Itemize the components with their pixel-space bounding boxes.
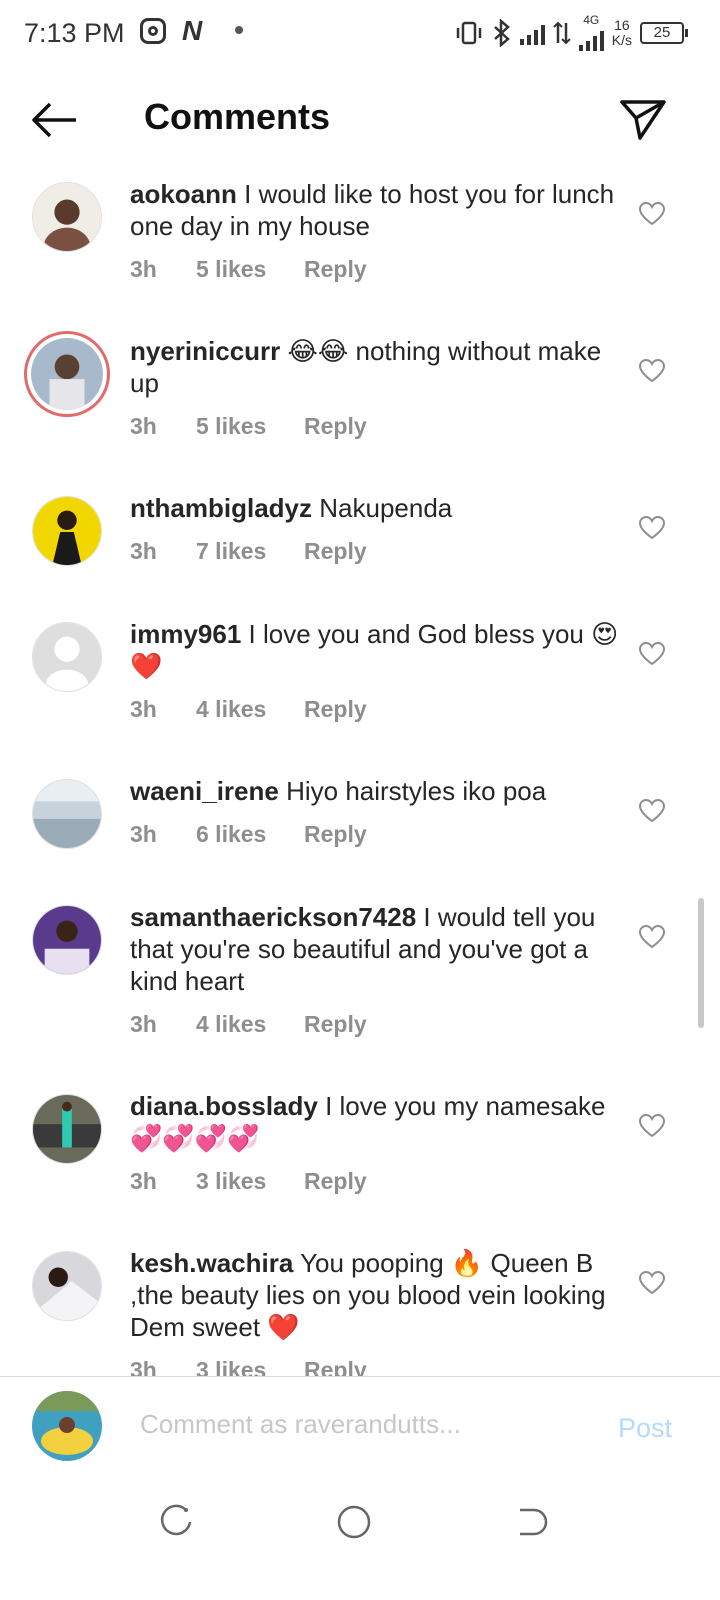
page-title: Comments	[144, 96, 331, 137]
comment-time: 3h	[130, 1168, 157, 1194]
avatar[interactable]	[32, 779, 102, 849]
comment-time: 3h	[130, 538, 157, 564]
battery-icon: 25	[640, 21, 688, 44]
post-button[interactable]: Post	[618, 1413, 672, 1444]
comment-text: samanthaerickson7428 I would tell you th…	[130, 901, 620, 997]
username[interactable]: kesh.wachira	[130, 1248, 293, 1278]
status-bar: 7:13 PM N 4G 16 K/s 25	[0, 0, 720, 64]
heart-icon[interactable]	[639, 642, 665, 666]
signal-icon	[519, 21, 545, 45]
heart-icon[interactable]	[639, 202, 665, 226]
reply-button[interactable]: Reply	[304, 821, 367, 848]
comment-likes[interactable]: 5 likes	[196, 256, 304, 283]
username[interactable]: aokoann	[130, 179, 237, 209]
recent-apps-icon[interactable]	[156, 1502, 196, 1542]
username[interactable]: immy961	[130, 619, 241, 649]
comment-text: immy961 I love you and God bless you 😍❤️	[130, 618, 620, 682]
heart-icon[interactable]	[639, 1114, 665, 1138]
net-speed: 16 K/s	[611, 16, 632, 48]
comment-meta: 3h 5 likes Reply	[130, 413, 367, 440]
n-app-icon: N	[182, 15, 203, 46]
comment-likes[interactable]: 6 likes	[196, 821, 304, 848]
comment-likes[interactable]: 3 likes	[196, 1168, 304, 1195]
username[interactable]: nyeriniccurr	[130, 336, 280, 366]
net-type: 4G	[583, 13, 600, 27]
vibrate-icon	[456, 21, 482, 44]
heart-icon[interactable]	[639, 516, 665, 540]
comment-time: 3h	[130, 413, 157, 439]
comment-time: 3h	[130, 256, 157, 282]
comment-content: Nakupenda	[319, 493, 453, 523]
comment-time: 3h	[130, 696, 157, 722]
avatar	[32, 1391, 102, 1461]
reply-button[interactable]: Reply	[304, 696, 367, 723]
heart-icon[interactable]	[639, 1271, 665, 1295]
net-speed-value: 16	[614, 16, 630, 33]
comment-text: kesh.wachira You pooping 🔥 Queen B ,the …	[130, 1247, 620, 1343]
net-speed-unit: K/s	[611, 31, 632, 48]
comment-likes[interactable]: 7 likes	[196, 538, 304, 565]
comment-meta: 3h 5 likes Reply	[130, 256, 367, 283]
bluetooth-icon	[493, 18, 510, 47]
comment-text: nyeriniccurr 😂😂 nothing without make up	[130, 335, 620, 399]
comment-input[interactable]	[140, 1409, 580, 1440]
comment-time: 3h	[130, 1011, 157, 1037]
username[interactable]: waeni_irene	[130, 776, 279, 806]
header: Comments	[0, 80, 720, 160]
comment-likes[interactable]: 4 likes	[196, 696, 304, 723]
reply-button[interactable]: Reply	[304, 1168, 367, 1195]
signal-4g-icon: 4G	[578, 13, 604, 51]
comment-meta: 3h 4 likes Reply	[130, 696, 367, 723]
data-arrows-icon	[553, 21, 571, 44]
avatar[interactable]	[32, 182, 102, 252]
instagram-icon	[140, 18, 166, 44]
username[interactable]: nthambigladyz	[130, 493, 312, 523]
comment-meta: 3h 6 likes Reply	[130, 821, 367, 848]
system-nav-bar	[0, 1480, 720, 1600]
comment-text: nthambigladyz Nakupenda	[130, 492, 620, 524]
dot-icon	[235, 26, 243, 34]
comment-text: diana.bosslady I love you my namesake 💞💞…	[130, 1090, 620, 1154]
paper-plane-icon[interactable]	[618, 96, 668, 142]
comments-list[interactable]: aokoann I would like to host you for lun…	[0, 160, 720, 1380]
back-nav-icon[interactable]	[510, 1502, 550, 1542]
username[interactable]: samanthaerickson7428	[130, 902, 416, 932]
comment-time: 3h	[130, 821, 157, 847]
avatar[interactable]	[32, 496, 102, 566]
reply-button[interactable]: Reply	[304, 538, 367, 565]
comment-composer: Post	[0, 1376, 720, 1480]
heart-icon[interactable]	[639, 359, 665, 383]
comment-meta: 3h 3 likes Reply	[130, 1168, 367, 1195]
comment-meta: 3h 4 likes Reply	[130, 1011, 367, 1038]
avatar[interactable]	[32, 622, 102, 692]
heart-icon[interactable]	[639, 799, 665, 823]
reply-button[interactable]: Reply	[304, 413, 367, 440]
arrow-left-icon[interactable]	[30, 100, 80, 140]
comment-meta: 3h 7 likes Reply	[130, 538, 367, 565]
home-icon[interactable]	[334, 1502, 374, 1542]
status-time: 7:13 PM	[24, 18, 125, 48]
username[interactable]: diana.bosslady	[130, 1091, 318, 1121]
heart-icon[interactable]	[639, 925, 665, 949]
scrollbar[interactable]	[698, 898, 704, 1028]
reply-button[interactable]: Reply	[304, 256, 367, 283]
reply-button[interactable]: Reply	[304, 1011, 367, 1038]
comment-likes[interactable]: 4 likes	[196, 1011, 304, 1038]
comment-text: waeni_irene Hiyo hairstyles iko poa	[130, 775, 620, 807]
comment-text: aokoann I would like to host you for lun…	[130, 178, 620, 242]
comment-content: Hiyo hairstyles iko poa	[286, 776, 547, 806]
comment-likes[interactable]: 5 likes	[196, 413, 304, 440]
avatar[interactable]	[24, 331, 110, 417]
avatar[interactable]	[32, 1251, 102, 1321]
avatar[interactable]	[32, 1094, 102, 1164]
avatar[interactable]	[32, 905, 102, 975]
